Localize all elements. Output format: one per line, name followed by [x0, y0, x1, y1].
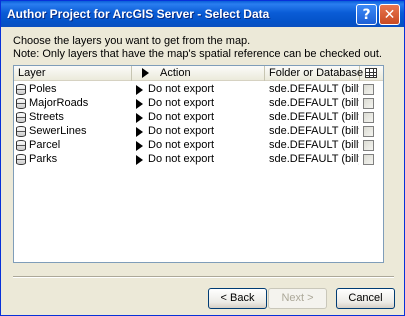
- folder-cell: sde.DEFAULT (billy...: [269, 111, 359, 123]
- layer-name: SewerLines: [29, 125, 87, 137]
- action-value: Do not export: [148, 83, 215, 95]
- action-value: Do not export: [148, 153, 215, 165]
- checkout-checkbox[interactable]: [363, 140, 374, 151]
- layer-name: Streets: [29, 111, 64, 123]
- column-header-select-all[interactable]: [360, 66, 383, 81]
- back-button[interactable]: < Back: [208, 288, 267, 309]
- database-icon: [16, 98, 26, 109]
- layer-name: Parks: [29, 153, 58, 165]
- layer-cell: Parcel: [16, 139, 132, 152]
- action-cell[interactable]: Do not export: [136, 139, 265, 152]
- list-header: Layer Action Folder or Database: [14, 66, 383, 81]
- database-icon: [16, 126, 26, 137]
- window-title: Author Project for ArcGIS Server - Selec…: [7, 7, 270, 21]
- checkout-cell: [363, 111, 377, 124]
- checkout-checkbox[interactable]: [363, 112, 374, 123]
- action-value: Do not export: [148, 139, 215, 151]
- column-header-layer-label: Layer: [18, 67, 46, 79]
- action-cell[interactable]: Do not export: [136, 111, 265, 124]
- layer-name: Poles: [29, 83, 57, 95]
- action-value: Do not export: [148, 111, 215, 123]
- checkout-cell: [363, 139, 377, 152]
- layer-cell: SewerLines: [16, 125, 132, 138]
- action-value: Do not export: [148, 97, 215, 109]
- layer-name: Parcel: [29, 139, 61, 151]
- close-icon: ✕: [383, 6, 396, 23]
- checkout-cell: [363, 153, 377, 166]
- separator: [13, 276, 394, 278]
- table-row[interactable]: Parks Do not export sde.DEFAULT (billy..…: [14, 153, 383, 166]
- checkout-cell: [363, 97, 377, 110]
- help-icon: ?: [362, 6, 371, 23]
- action-cell[interactable]: Do not export: [136, 153, 265, 166]
- play-arrow-icon: [136, 85, 143, 95]
- checkout-checkbox[interactable]: [363, 84, 374, 95]
- play-arrow-icon: [136, 113, 143, 123]
- layer-cell: MajorRoads: [16, 97, 132, 110]
- table-row[interactable]: SewerLines Do not export sde.DEFAULT (bi…: [14, 125, 383, 138]
- layer-list[interactable]: Layer Action Folder or Database Poles Do…: [13, 65, 384, 263]
- layer-cell: Poles: [16, 83, 132, 96]
- column-header-layer[interactable]: Layer: [14, 66, 132, 81]
- column-header-folder-label: Folder or Database: [269, 67, 364, 79]
- action-value: Do not export: [148, 125, 215, 137]
- dialog-window: Author Project for ArcGIS Server - Selec…: [0, 0, 405, 316]
- play-arrow-icon: [136, 155, 143, 165]
- checkout-checkbox[interactable]: [363, 154, 374, 165]
- database-icon: [16, 84, 26, 95]
- database-icon: [16, 112, 26, 123]
- instruction-text: Choose the layers you want to get from t…: [13, 35, 251, 47]
- checkout-checkbox[interactable]: [363, 98, 374, 109]
- note-text: Note: Only layers that have the map's sp…: [13, 48, 382, 60]
- folder-cell: sde.DEFAULT (billy...: [269, 83, 359, 95]
- next-button[interactable]: Next >: [268, 288, 327, 309]
- column-header-action[interactable]: Action: [132, 66, 265, 81]
- title-bar[interactable]: Author Project for ArcGIS Server - Selec…: [1, 1, 404, 27]
- folder-cell: sde.DEFAULT (billy...: [269, 153, 359, 165]
- folder-cell: sde.DEFAULT (billy...: [269, 125, 359, 137]
- checkout-checkbox[interactable]: [363, 126, 374, 137]
- action-cell[interactable]: Do not export: [136, 83, 265, 96]
- cancel-button[interactable]: Cancel: [336, 288, 395, 309]
- play-arrow-icon: [136, 99, 143, 109]
- play-arrow-icon: [142, 68, 149, 78]
- table-row[interactable]: Streets Do not export sde.DEFAULT (billy…: [14, 111, 383, 124]
- grid-icon: [365, 68, 377, 78]
- column-header-action-label: Action: [160, 67, 191, 79]
- action-cell[interactable]: Do not export: [136, 125, 265, 138]
- database-icon: [16, 154, 26, 165]
- table-row[interactable]: Poles Do not export sde.DEFAULT (billy..…: [14, 83, 383, 96]
- layer-cell: Streets: [16, 111, 132, 124]
- table-row[interactable]: Parcel Do not export sde.DEFAULT (billy.…: [14, 139, 383, 152]
- play-arrow-icon: [136, 141, 143, 151]
- help-button[interactable]: ?: [356, 4, 377, 25]
- close-button[interactable]: ✕: [379, 4, 400, 25]
- column-header-folder[interactable]: Folder or Database: [265, 66, 364, 81]
- play-arrow-icon: [136, 127, 143, 137]
- folder-cell: sde.DEFAULT (billy...: [269, 139, 359, 151]
- layer-name: MajorRoads: [29, 97, 89, 109]
- layer-cell: Parks: [16, 153, 132, 166]
- action-cell[interactable]: Do not export: [136, 97, 265, 110]
- checkout-cell: [363, 125, 377, 138]
- database-icon: [16, 140, 26, 151]
- checkout-cell: [363, 83, 377, 96]
- folder-cell: sde.DEFAULT (billy...: [269, 97, 359, 109]
- table-row[interactable]: MajorRoads Do not export sde.DEFAULT (bi…: [14, 97, 383, 110]
